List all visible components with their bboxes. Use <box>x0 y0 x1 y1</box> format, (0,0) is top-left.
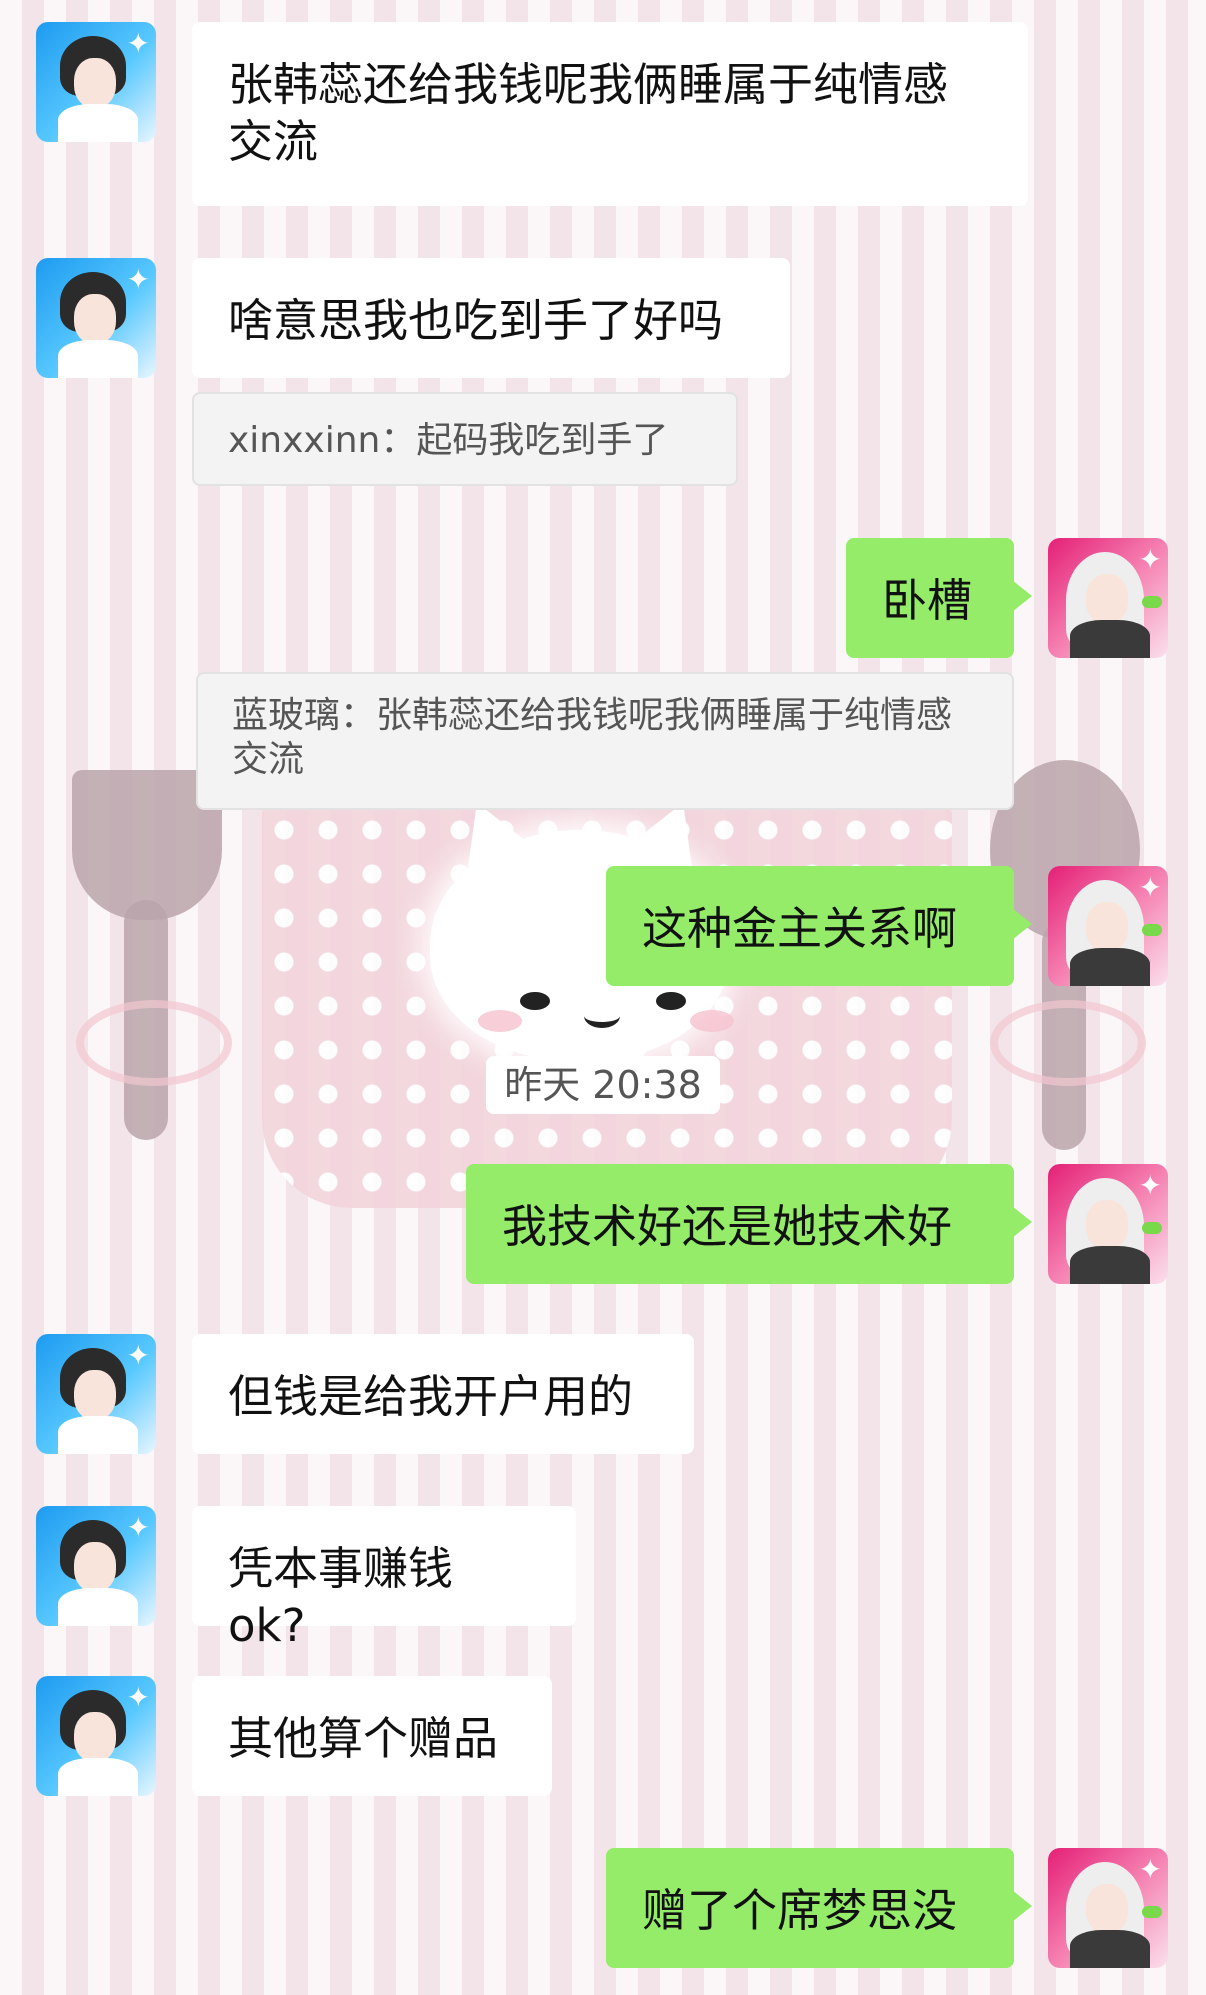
message-bubble-other[interactable]: 啥意思我也吃到手了好吗 <box>192 258 790 378</box>
avatar-body <box>1070 620 1150 658</box>
avatar-body <box>58 1588 138 1626</box>
avatar-face <box>74 1542 116 1592</box>
sparkle-icon: ✦ <box>126 27 150 60</box>
other-avatar-icon[interactable]: ✦ <box>36 1506 156 1626</box>
message-bubble-other[interactable]: 凭本事赚钱 ok? <box>192 1506 576 1652</box>
my-avatar-icon[interactable]: ✦ <box>1048 1164 1168 1284</box>
wechat-badge-icon <box>1142 1222 1162 1234</box>
sparkle-icon: ✦ <box>1138 543 1162 576</box>
quoted-message[interactable]: xinxxinn：起码我吃到手了 <box>192 392 738 486</box>
avatar-face <box>1086 1884 1128 1934</box>
avatar-face <box>74 1712 116 1762</box>
my-avatar-icon[interactable]: ✦ <box>1048 1848 1168 1968</box>
cat-mouth <box>584 1004 620 1028</box>
avatar-body <box>1070 1246 1150 1284</box>
avatar-body <box>58 1758 138 1796</box>
message-bubble-me[interactable]: 这种金主关系啊 <box>606 866 1032 986</box>
avatar-face <box>1086 902 1128 952</box>
avatar-face <box>1086 1200 1128 1250</box>
avatar-body <box>58 104 138 142</box>
sparkle-icon: ✦ <box>1138 1169 1162 1202</box>
message-bubble-me[interactable]: 赠了个席梦思没 <box>606 1848 1032 1968</box>
message-bubble-other[interactable]: 其他算个赠品 <box>192 1676 552 1796</box>
other-avatar-icon[interactable]: ✦ <box>36 258 156 378</box>
avatar-body <box>58 1416 138 1454</box>
sparkle-icon: ✦ <box>126 1681 150 1714</box>
sparkle-icon: ✦ <box>126 263 150 296</box>
sparkle-icon: ✦ <box>126 1511 150 1544</box>
avatar-face <box>74 58 116 108</box>
cat-blush <box>690 1010 734 1032</box>
avatar-face <box>1086 574 1128 624</box>
wechat-badge-icon <box>1142 924 1162 936</box>
message-bubble-other[interactable]: 但钱是给我开户用的 <box>192 1334 694 1454</box>
avatar-body <box>1070 948 1150 986</box>
bow-decoration-left <box>76 1000 232 1086</box>
wechat-badge-icon <box>1142 596 1162 608</box>
sparkle-icon: ✦ <box>1138 1853 1162 1886</box>
my-avatar-icon[interactable]: ✦ <box>1048 538 1168 658</box>
message-bubble-me[interactable]: 卧槽 <box>846 538 1032 658</box>
cat-blush <box>478 1010 522 1032</box>
bow-decoration-right <box>990 1000 1146 1086</box>
message-bubble-other[interactable]: 张韩蕊还给我钱呢我俩睡属于纯情感交流 <box>192 22 1028 206</box>
cat-eye <box>520 992 550 1010</box>
message-bubble-me[interactable]: 我技术好还是她技术好 <box>466 1164 1032 1284</box>
avatar-face <box>74 294 116 344</box>
fork-handle-decoration <box>124 900 168 1140</box>
sparkle-icon: ✦ <box>1138 871 1162 904</box>
other-avatar-icon[interactable]: ✦ <box>36 1676 156 1796</box>
timestamp: 昨天 20:38 <box>486 1056 720 1114</box>
other-avatar-icon[interactable]: ✦ <box>36 1334 156 1454</box>
sparkle-icon: ✦ <box>126 1339 150 1372</box>
avatar-body <box>58 340 138 378</box>
quoted-message[interactable]: 蓝玻璃：张韩蕊还给我钱呢我俩睡属于纯情感交流 <box>196 672 1014 810</box>
cat-eye <box>656 992 686 1010</box>
avatar-face <box>74 1370 116 1420</box>
my-avatar-icon[interactable]: ✦ <box>1048 866 1168 986</box>
avatar-body <box>1070 1930 1150 1968</box>
wechat-badge-icon <box>1142 1906 1162 1918</box>
other-avatar-icon[interactable]: ✦ <box>36 22 156 142</box>
